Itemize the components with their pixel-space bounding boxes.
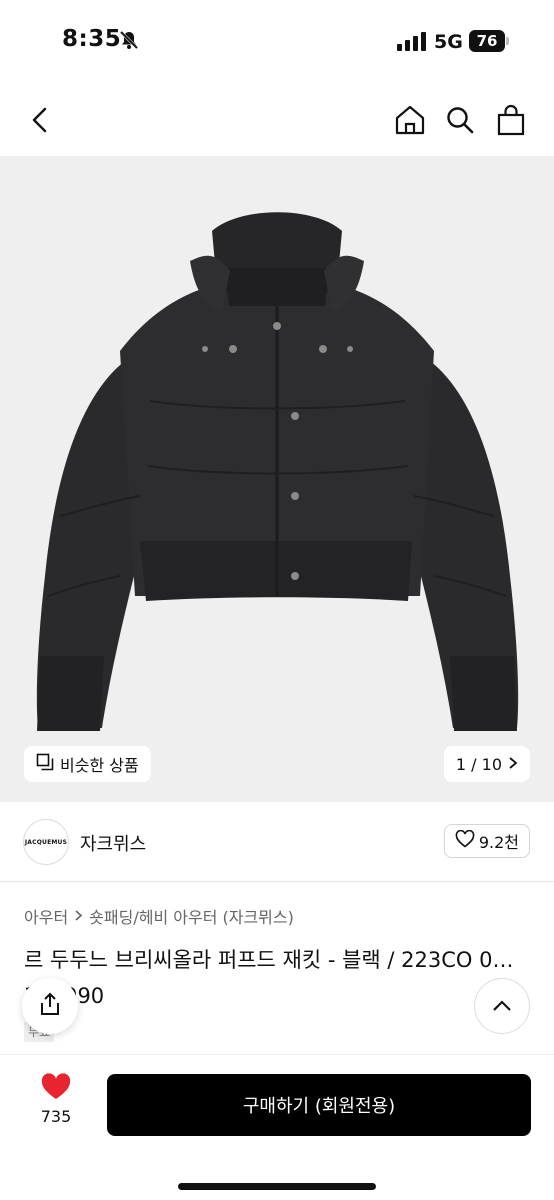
chevron-up-icon <box>492 997 512 1016</box>
breadcrumb-item-category[interactable]: 아우터 <box>24 904 68 928</box>
status-time: 8:35 <box>62 26 122 52</box>
brand-like-button[interactable]: 9.2천 <box>443 824 530 858</box>
chevron-right-icon <box>74 907 83 926</box>
wishlist-button[interactable]: 735 <box>30 1073 82 1126</box>
battery-tip <box>506 37 509 45</box>
image-counter-label: 1 / 10 <box>455 754 502 774</box>
product-image <box>36 212 519 731</box>
wishlist-count: 735 <box>40 1107 72 1126</box>
copy-icon <box>36 753 54 775</box>
brand-row[interactable]: JACQUEMUS 자크뮈스 9.2천 <box>0 802 554 882</box>
battery-icon: 76 <box>469 30 505 52</box>
heart-outline-icon <box>455 829 475 852</box>
search-icon[interactable] <box>442 102 478 138</box>
share-button[interactable] <box>22 978 78 1034</box>
network-label: 5G <box>434 31 463 53</box>
bottom-action-bar: 735 구매하기 (회원전용) <box>0 1054 554 1200</box>
buy-button[interactable]: 구매하기 (회원전용) <box>107 1074 531 1136</box>
back-icon[interactable] <box>22 102 58 138</box>
similar-products-button[interactable]: 비슷한 상품 <box>24 746 151 782</box>
similar-products-label: 비슷한 상품 <box>60 756 139 775</box>
home-indicator <box>178 1183 376 1190</box>
product-image-gallery[interactable]: 비슷한 상품 1 / 10 <box>0 156 554 802</box>
brand-like-count: 9.2천 <box>478 833 519 852</box>
image-counter[interactable]: 1 / 10 <box>443 746 530 782</box>
chevron-right-icon <box>508 755 518 774</box>
scroll-top-button[interactable] <box>474 978 530 1034</box>
signal-icon <box>397 31 427 55</box>
bell-muted-icon <box>118 29 140 55</box>
shopping-bag-icon[interactable] <box>493 102 529 138</box>
home-icon[interactable] <box>392 102 428 138</box>
heart-filled-icon <box>40 1073 72 1105</box>
product-page: 8:35 5G 76 비슷한 상품 1 / 10 JACQUEMUS 자크뮈스 … <box>0 0 554 1200</box>
breadcrumb-item-subcategory[interactable]: 숏패딩/헤비 아우터 (자크뮈스) <box>89 904 294 928</box>
product-title: 르 두두느 브리씨올라 퍼프드 재킷 - 블랙 / 223CO 0…320990 <box>24 948 514 1008</box>
status-bar: 8:35 5G 76 <box>0 0 554 84</box>
brand-logo[interactable]: JACQUEMUS <box>23 819 69 865</box>
brand-name[interactable]: 자크뮈스 <box>80 830 146 856</box>
share-icon <box>39 992 61 1020</box>
breadcrumb: 아우터 숏패딩/헤비 아우터 (자크뮈스) <box>24 904 294 928</box>
top-nav <box>0 84 554 156</box>
